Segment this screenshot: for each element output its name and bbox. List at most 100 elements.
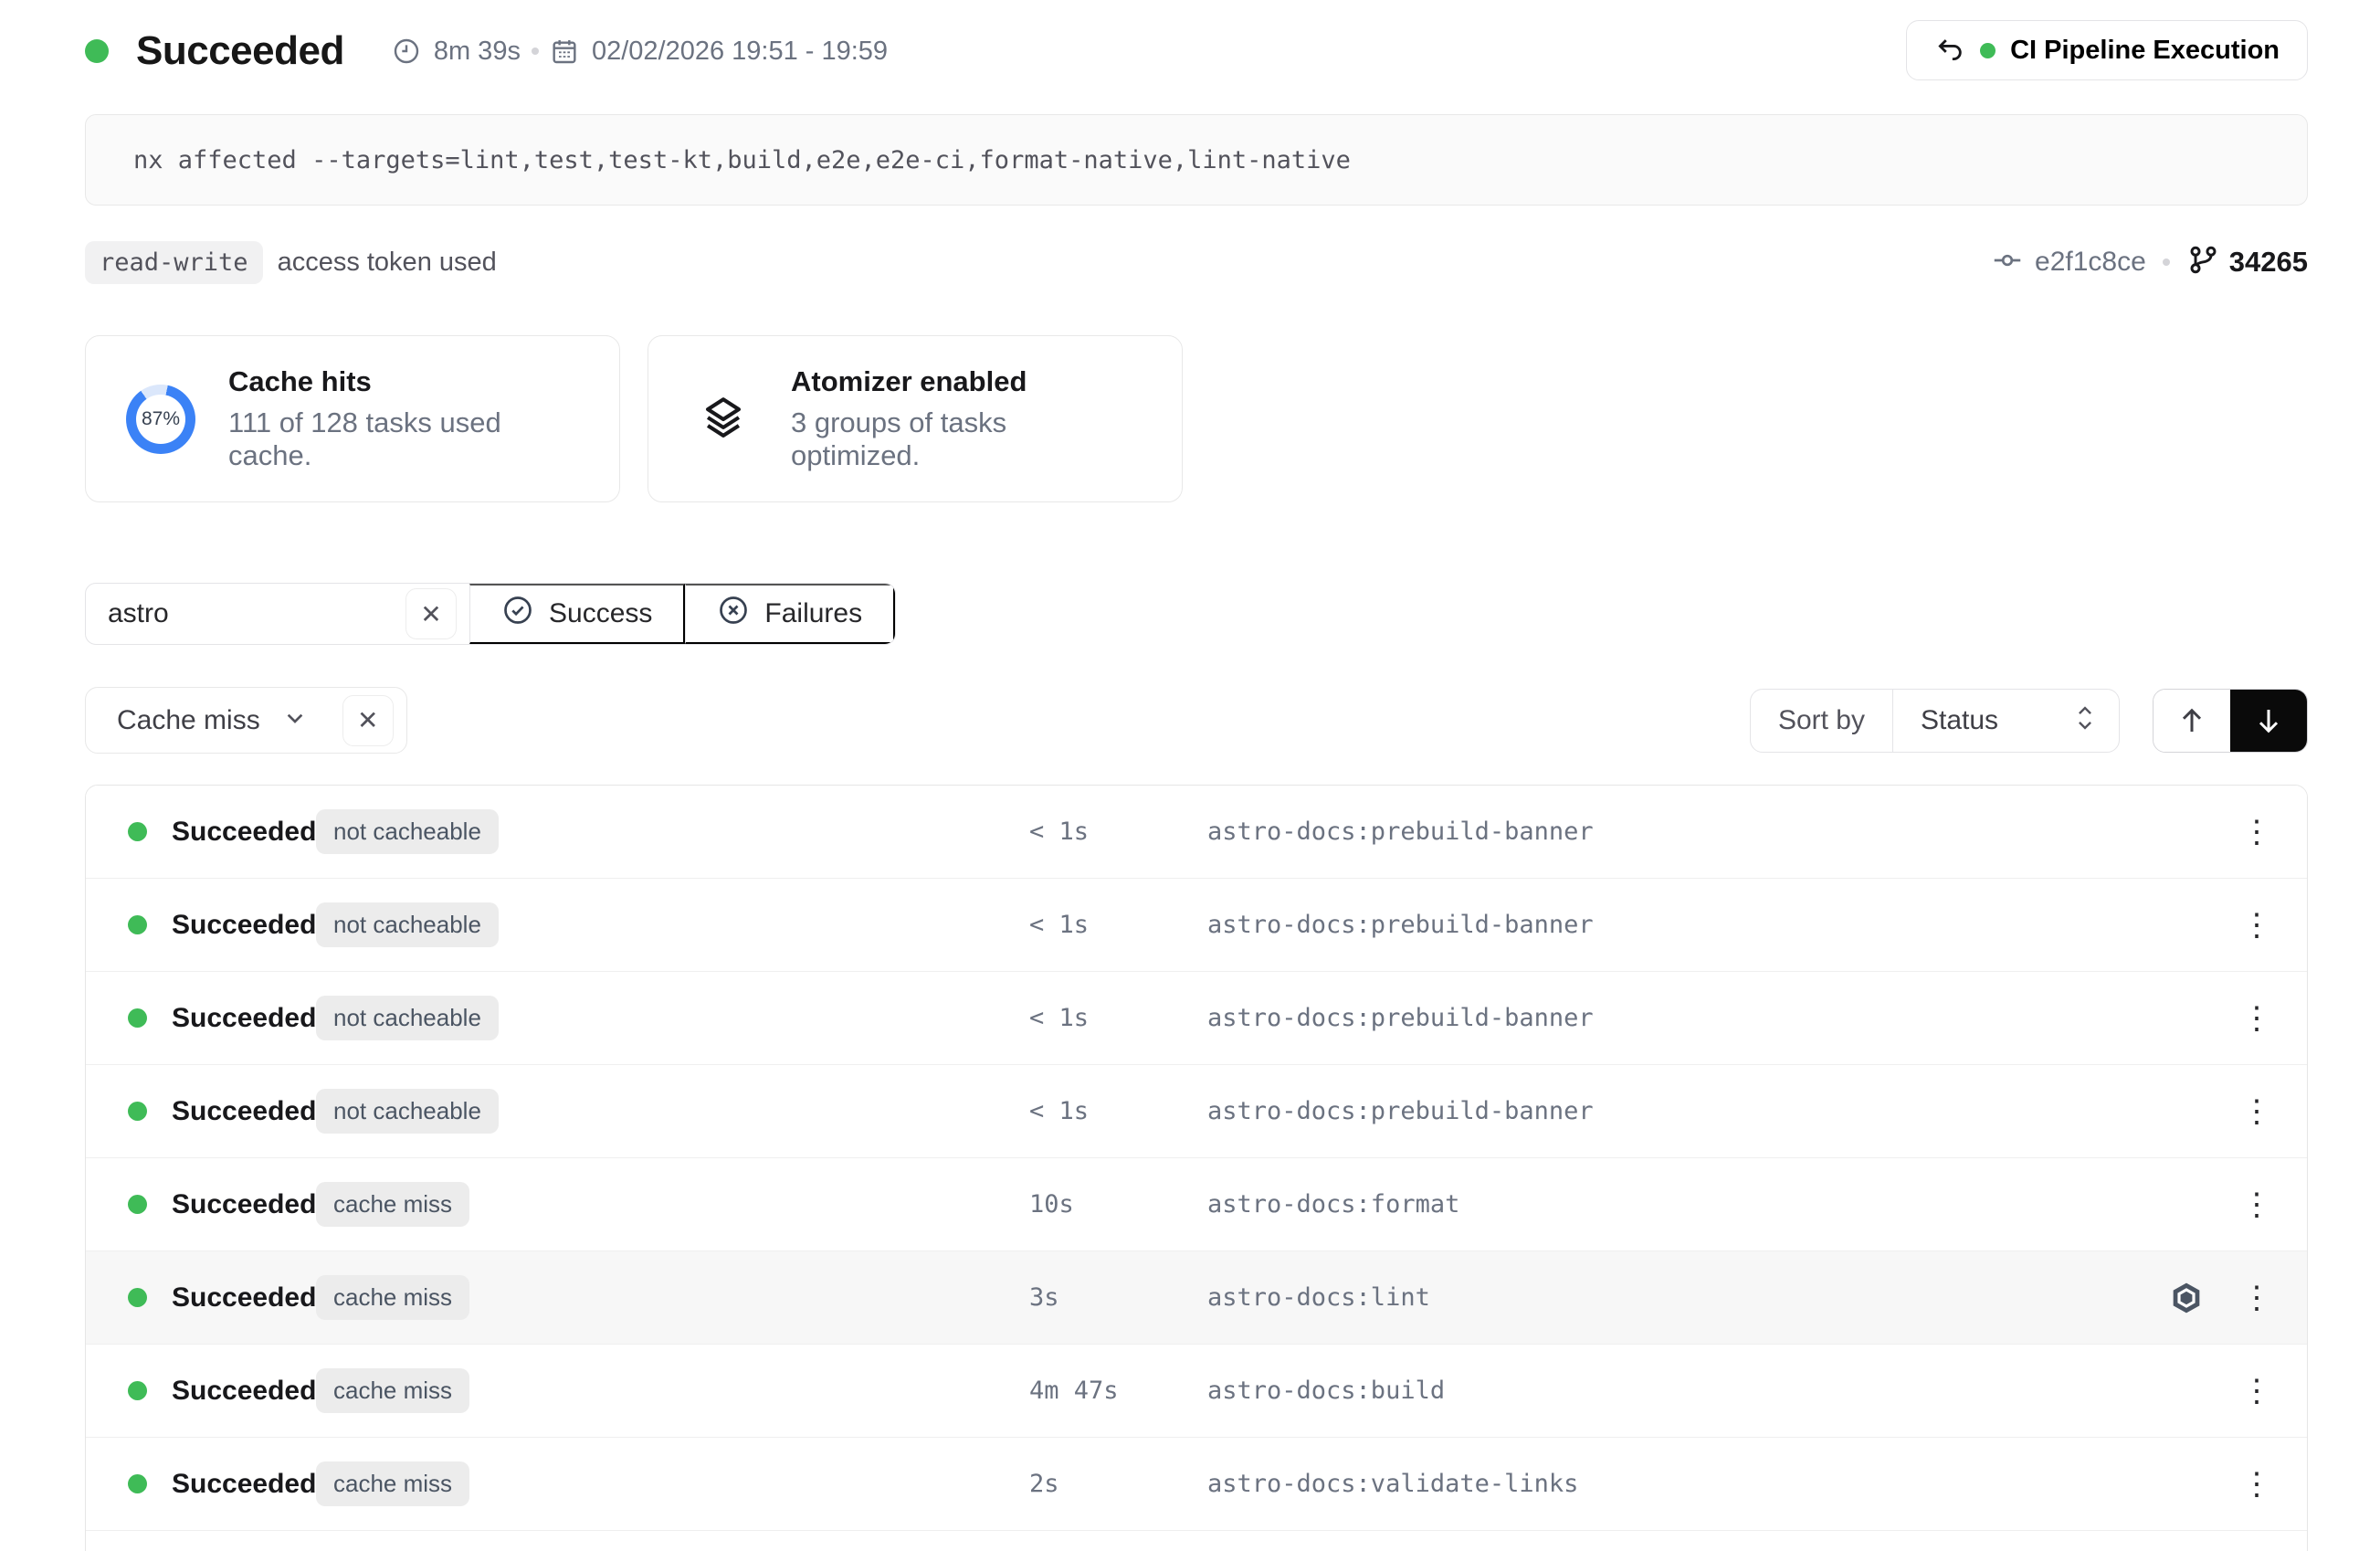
task-duration: < 1s (1029, 911, 1207, 939)
summary-cards: 87% Cache hits 111 of 128 tasks used cac… (85, 335, 2308, 502)
cache-miss-filter-value[interactable]: Cache miss (117, 705, 260, 736)
task-cache-badge: cache miss (316, 1461, 469, 1506)
task-duration: < 1s (1029, 1097, 1207, 1125)
task-duration: < 1s (1029, 818, 1207, 846)
task-cache-badge: cache miss (316, 1182, 469, 1227)
task-duration: 2s (1029, 1470, 1207, 1498)
task-name[interactable]: astro-docs:validate-links (1207, 1470, 2241, 1498)
search-clear-button[interactable]: ✕ (405, 588, 457, 639)
kebab-menu-icon[interactable]: ⋮ (2241, 1096, 2272, 1127)
task-name[interactable]: astro-docs:prebuild-banner (1207, 911, 2241, 939)
atomizer-title: Atomizer enabled (791, 365, 1142, 398)
cache-hits-title: Cache hits (228, 365, 579, 398)
separator-dot (532, 47, 539, 55)
task-name[interactable]: astro-docs:prebuild-banner (1207, 1004, 2241, 1032)
task-status-label: Succeeded (172, 817, 316, 848)
task-row[interactable]: Succeeded not cacheable < 1s astro-docs:… (86, 786, 2307, 879)
cache-miss-clear-button[interactable]: ✕ (342, 695, 394, 746)
task-name[interactable]: astro-docs:build (1207, 1377, 2241, 1405)
back-arrow-icon (1934, 34, 1965, 68)
task-row[interactable]: Succeeded cache miss 3s astro-docs:lint … (86, 1251, 2307, 1345)
success-filter-label: Success (549, 598, 652, 629)
task-cache-badge: not cacheable (316, 902, 499, 947)
access-token-text: access token used (278, 248, 497, 278)
cache-hit-donut-chart: 87% (126, 385, 195, 454)
task-name[interactable]: astro-docs:lint (1207, 1283, 2168, 1312)
commit-sha[interactable]: e2f1c8ce (2035, 247, 2146, 278)
task-row[interactable]: Succeeded not cacheable < 1s astro-docs:… (86, 972, 2307, 1065)
sort-select[interactable]: Status (1892, 690, 2119, 752)
calendar-icon (550, 37, 579, 66)
task-cache-badge: not cacheable (316, 1089, 499, 1134)
kebab-menu-icon[interactable]: ⋮ (2241, 1003, 2272, 1034)
vcs-info: e2f1c8ce 34265 (1991, 243, 2308, 281)
task-status-dot (128, 1288, 147, 1307)
layers-icon (689, 393, 758, 446)
task-status-dot (128, 1102, 147, 1121)
task-duration: 3s (1029, 1283, 1207, 1312)
task-status-dot (128, 1008, 147, 1028)
task-status-label: Succeeded (172, 1376, 316, 1407)
task-row[interactable]: Succeeded cache miss 2s astro-docs:valid… (86, 1438, 2307, 1531)
access-token-badge: read-write (85, 241, 263, 284)
kebab-menu-icon[interactable]: ⋮ (2241, 910, 2272, 941)
git-commit-icon (1991, 244, 2024, 281)
filter-group: ✕ Success Failures (85, 583, 896, 645)
kebab-menu-icon[interactable]: ⋮ (2241, 1189, 2272, 1220)
command-text: nx affected --targets=lint,test,test-kt,… (133, 146, 1351, 174)
task-list: Succeeded not cacheable < 1s astro-docs:… (85, 785, 2308, 1551)
task-status-label: Succeeded (172, 1189, 316, 1220)
command-box: nx affected --targets=lint,test,test-kt,… (85, 114, 2308, 206)
task-duration: 4m 47s (1029, 1377, 1207, 1405)
x-circle-icon (717, 594, 750, 634)
task-row[interactable]: Succeeded 2s astro-docs:e2e-ci (25) ⋮ (86, 1531, 2307, 1551)
task-name[interactable]: astro-docs:prebuild-banner (1207, 818, 2241, 846)
sort-selected-value: Status (1921, 705, 1998, 736)
sort-ascending-button[interactable] (2154, 690, 2230, 752)
check-circle-icon (501, 594, 534, 634)
success-filter-button[interactable]: Success (469, 584, 685, 644)
status-dot (85, 39, 109, 63)
run-header: Succeeded 8m 39s 02/02/2026 19:51 - 19:5… (85, 23, 2308, 79)
task-row[interactable]: Succeeded not cacheable < 1s astro-docs:… (86, 879, 2307, 972)
token-row: read-write access token used e2f1c8ce 34… (85, 237, 2308, 288)
chevron-down-icon[interactable] (280, 703, 310, 737)
kebab-menu-icon[interactable]: ⋮ (2241, 1376, 2272, 1407)
pipeline-button-label: CI Pipeline Execution (2010, 36, 2280, 66)
separator-dot (2163, 258, 2170, 266)
kebab-menu-icon[interactable]: ⋮ (2241, 1282, 2272, 1314)
ci-pipeline-execution-button[interactable]: CI Pipeline Execution (1906, 20, 2308, 80)
failures-filter-button[interactable]: Failures (685, 584, 895, 644)
task-name[interactable]: astro-docs:prebuild-banner (1207, 1097, 2241, 1125)
sort-direction-group (2153, 689, 2308, 753)
task-cache-badge: cache miss (316, 1275, 469, 1320)
kebab-menu-icon[interactable]: ⋮ (2241, 817, 2272, 848)
task-row[interactable]: Succeeded cache miss 10s astro-docs:form… (86, 1158, 2307, 1251)
pipeline-status-dot (1980, 43, 1996, 58)
sort-group: Sort by Status (1750, 689, 2120, 753)
task-name[interactable]: astro-docs:format (1207, 1190, 2241, 1219)
task-status-label: Succeeded (172, 1282, 316, 1314)
sort-by-label: Sort by (1751, 705, 1892, 736)
search-input[interactable] (108, 598, 373, 629)
task-status-label: Succeeded (172, 1469, 316, 1500)
task-status-label: Succeeded (172, 1096, 316, 1127)
hexagon-action-icon[interactable] (2168, 1280, 2205, 1316)
failures-filter-label: Failures (764, 598, 862, 629)
task-duration: 10s (1029, 1190, 1207, 1219)
task-cache-badge: cache miss (316, 1368, 469, 1413)
branch-number[interactable]: 34265 (2229, 246, 2308, 279)
task-status-label: Succeeded (172, 1003, 316, 1034)
cache-hits-card[interactable]: 87% Cache hits 111 of 128 tasks used cac… (85, 335, 620, 502)
kebab-menu-icon[interactable]: ⋮ (2241, 1469, 2272, 1500)
task-row[interactable]: Succeeded cache miss 4m 47s astro-docs:b… (86, 1345, 2307, 1438)
task-status-dot (128, 822, 147, 841)
git-branch-icon (2186, 243, 2220, 281)
sort-descending-button[interactable] (2230, 690, 2307, 752)
run-duration: 8m 39s (392, 37, 521, 67)
run-date-range: 02/02/2026 19:51 - 19:59 (550, 37, 888, 67)
atomizer-card[interactable]: Atomizer enabled 3 groups of tasks optim… (648, 335, 1183, 502)
task-status-dot (128, 915, 147, 934)
task-cache-badge: not cacheable (316, 809, 499, 854)
task-row[interactable]: Succeeded not cacheable < 1s astro-docs:… (86, 1065, 2307, 1158)
